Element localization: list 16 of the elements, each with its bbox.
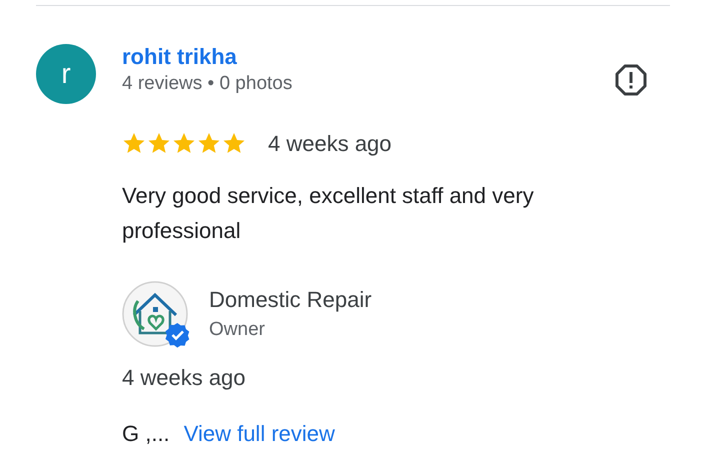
owner-name: Domestic Repair [209, 286, 372, 314]
view-full-review-link[interactable]: View full review [184, 419, 335, 449]
star-icon [222, 132, 246, 155]
star-icon [122, 132, 146, 155]
response-time: 4 weeks ago [122, 364, 247, 392]
review-text: Very good service, excellent staff and very professional [122, 182, 535, 245]
owner-role: Owner [209, 318, 266, 342]
avatar[interactable]: r [36, 44, 96, 104]
response-excerpt: G ,... [122, 420, 170, 448]
review-time: 4 weeks ago [268, 130, 392, 158]
reviewer-name[interactable]: rohit trikha [122, 44, 292, 70]
star-icon [172, 132, 196, 155]
star-icon [197, 132, 221, 155]
reviewer-stats: 4 reviews • 0 photos [122, 72, 292, 96]
report-icon[interactable] [614, 63, 648, 97]
star-icon [147, 132, 171, 155]
